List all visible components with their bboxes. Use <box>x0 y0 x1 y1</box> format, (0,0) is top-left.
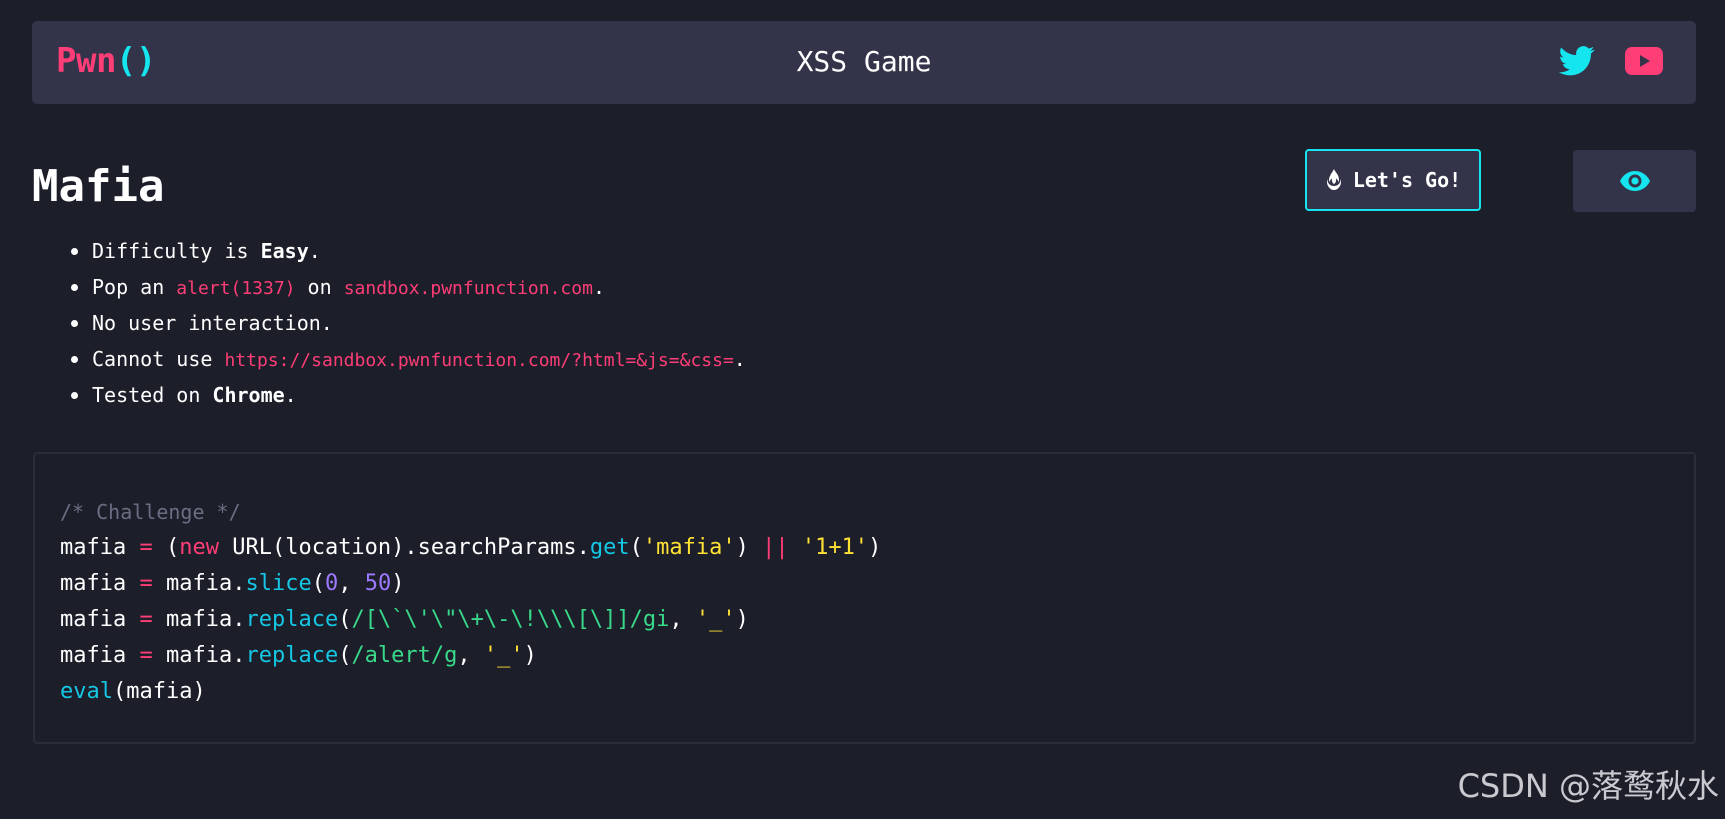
code-line-5: eval(mafia) <box>60 674 881 710</box>
sandbox-domain: sandbox.pwnfunction.com <box>343 278 593 299</box>
code-token: mafia <box>165 643 233 668</box>
code-token: new <box>179 535 219 560</box>
site-title: XSS Game <box>796 45 932 78</box>
eye-icon <box>1619 171 1650 191</box>
rule-text: . <box>284 383 297 407</box>
code-token: mafia <box>60 643 127 668</box>
rule-text: . <box>733 347 746 371</box>
comment-text: /* Challenge */ <box>60 500 241 524</box>
code-token: || <box>762 535 789 560</box>
code-line-4: mafia = mafia.replace(/alert/g, '_') <box>60 638 881 674</box>
code-comment: /* Challenge */ <box>60 494 881 530</box>
code-token: ( <box>338 607 352 632</box>
browser-name: Chrome <box>212 383 285 407</box>
code-token: ) <box>868 535 882 560</box>
code-token: mafia <box>165 571 233 596</box>
code-token: , <box>338 571 365 596</box>
rules-list: Difficulty is Easy. Pop an alert(1337) o… <box>71 236 746 416</box>
code-token: ( <box>629 535 643 560</box>
rule-browser: Tested on Chrome. <box>71 380 746 416</box>
code-line-2: mafia = mafia.slice(0, 50) <box>60 566 881 602</box>
lets-go-label: Let's Go! <box>1352 168 1462 192</box>
twitter-icon[interactable] <box>1555 41 1599 81</box>
code-line-1: mafia = (new URL(location).searchParams.… <box>60 530 881 566</box>
challenge-source: /* Challenge */mafia = (new URL(location… <box>60 494 881 710</box>
rule-restriction: Cannot use https://sandbox.pwnfunction.c… <box>71 344 746 380</box>
navbar: Pwn() XSS Game <box>32 21 1696 104</box>
code-token: /alert/g <box>351 643 458 668</box>
watermark: CSDN @落鹜秋水 <box>1457 767 1719 805</box>
code-token: = <box>126 643 166 668</box>
youtube-icon-svg <box>1625 47 1663 75</box>
code-token: mafia <box>60 571 127 596</box>
code-token: . <box>576 535 590 560</box>
alert-code: alert(1337) <box>176 278 296 299</box>
code-line-3: mafia = mafia.replace(/[\`\'\"\+\-\!\\\[… <box>60 602 881 638</box>
rule-objective: Pop an alert(1337) on sandbox.pwnfunctio… <box>71 272 746 308</box>
rule-text: . <box>592 275 605 299</box>
code-token: '_' <box>483 643 524 668</box>
code-token: . <box>232 643 246 668</box>
code-token: mafia <box>60 607 127 632</box>
code-token: = <box>126 607 166 632</box>
rule-text: Tested on <box>92 383 213 407</box>
youtube-icon[interactable] <box>1623 41 1665 81</box>
code-token: ) <box>735 607 749 632</box>
code-token: 'mafia' <box>642 535 736 560</box>
code-token: '_' <box>695 607 736 632</box>
code-token: get <box>589 535 630 560</box>
code-token: . <box>232 571 246 596</box>
code-token: ( <box>338 643 352 668</box>
code-token: = <box>126 535 166 560</box>
rule-text: Pop an <box>92 275 177 299</box>
restricted-url: https://sandbox.pwnfunction.com/?html=&j… <box>224 350 734 371</box>
code-token: slice <box>245 571 312 596</box>
view-source-button[interactable] <box>1573 150 1696 212</box>
page-title: Mafia <box>32 161 165 212</box>
code-token: mafia <box>165 607 233 632</box>
code-token: replace <box>245 607 339 632</box>
code-token: = <box>126 571 166 596</box>
rule-text: Difficulty is <box>92 239 261 263</box>
fire-icon <box>1326 169 1341 190</box>
rule-text: on <box>295 275 344 299</box>
code-token: 0 <box>324 571 339 596</box>
code-token: replace <box>245 643 339 668</box>
rule-text: No user interaction. <box>92 311 333 335</box>
code-token: ) <box>523 643 537 668</box>
lets-go-button[interactable]: Let's Go! <box>1305 149 1481 211</box>
code-token: ) <box>391 571 405 596</box>
code-token: mafia <box>60 535 127 560</box>
code-token: , <box>457 643 484 668</box>
code-token: eval <box>60 679 113 704</box>
code-token: ( <box>165 535 180 560</box>
code-token: ) <box>735 535 763 560</box>
code-block: /* Challenge */mafia = (new URL(location… <box>33 452 1696 744</box>
code-token: . <box>232 607 246 632</box>
code-token: ( <box>311 571 325 596</box>
rule-text: Cannot use <box>92 347 225 371</box>
code-token: URL(location).searchParams <box>218 535 577 560</box>
twitter-icon-svg <box>1559 46 1595 76</box>
code-token: 50 <box>364 571 392 596</box>
code-token: '1+1' <box>801 535 869 560</box>
rule-text: . <box>308 239 321 263</box>
rule-difficulty: Difficulty is Easy. <box>71 236 746 272</box>
code-token: , <box>669 607 696 632</box>
rule-no-interaction: No user interaction. <box>71 308 746 344</box>
difficulty-value: Easy <box>260 239 309 263</box>
code-token: /[\`\'\"\+\-\!\\\[\]]/gi <box>351 607 670 632</box>
code-token: (mafia) <box>112 679 206 704</box>
